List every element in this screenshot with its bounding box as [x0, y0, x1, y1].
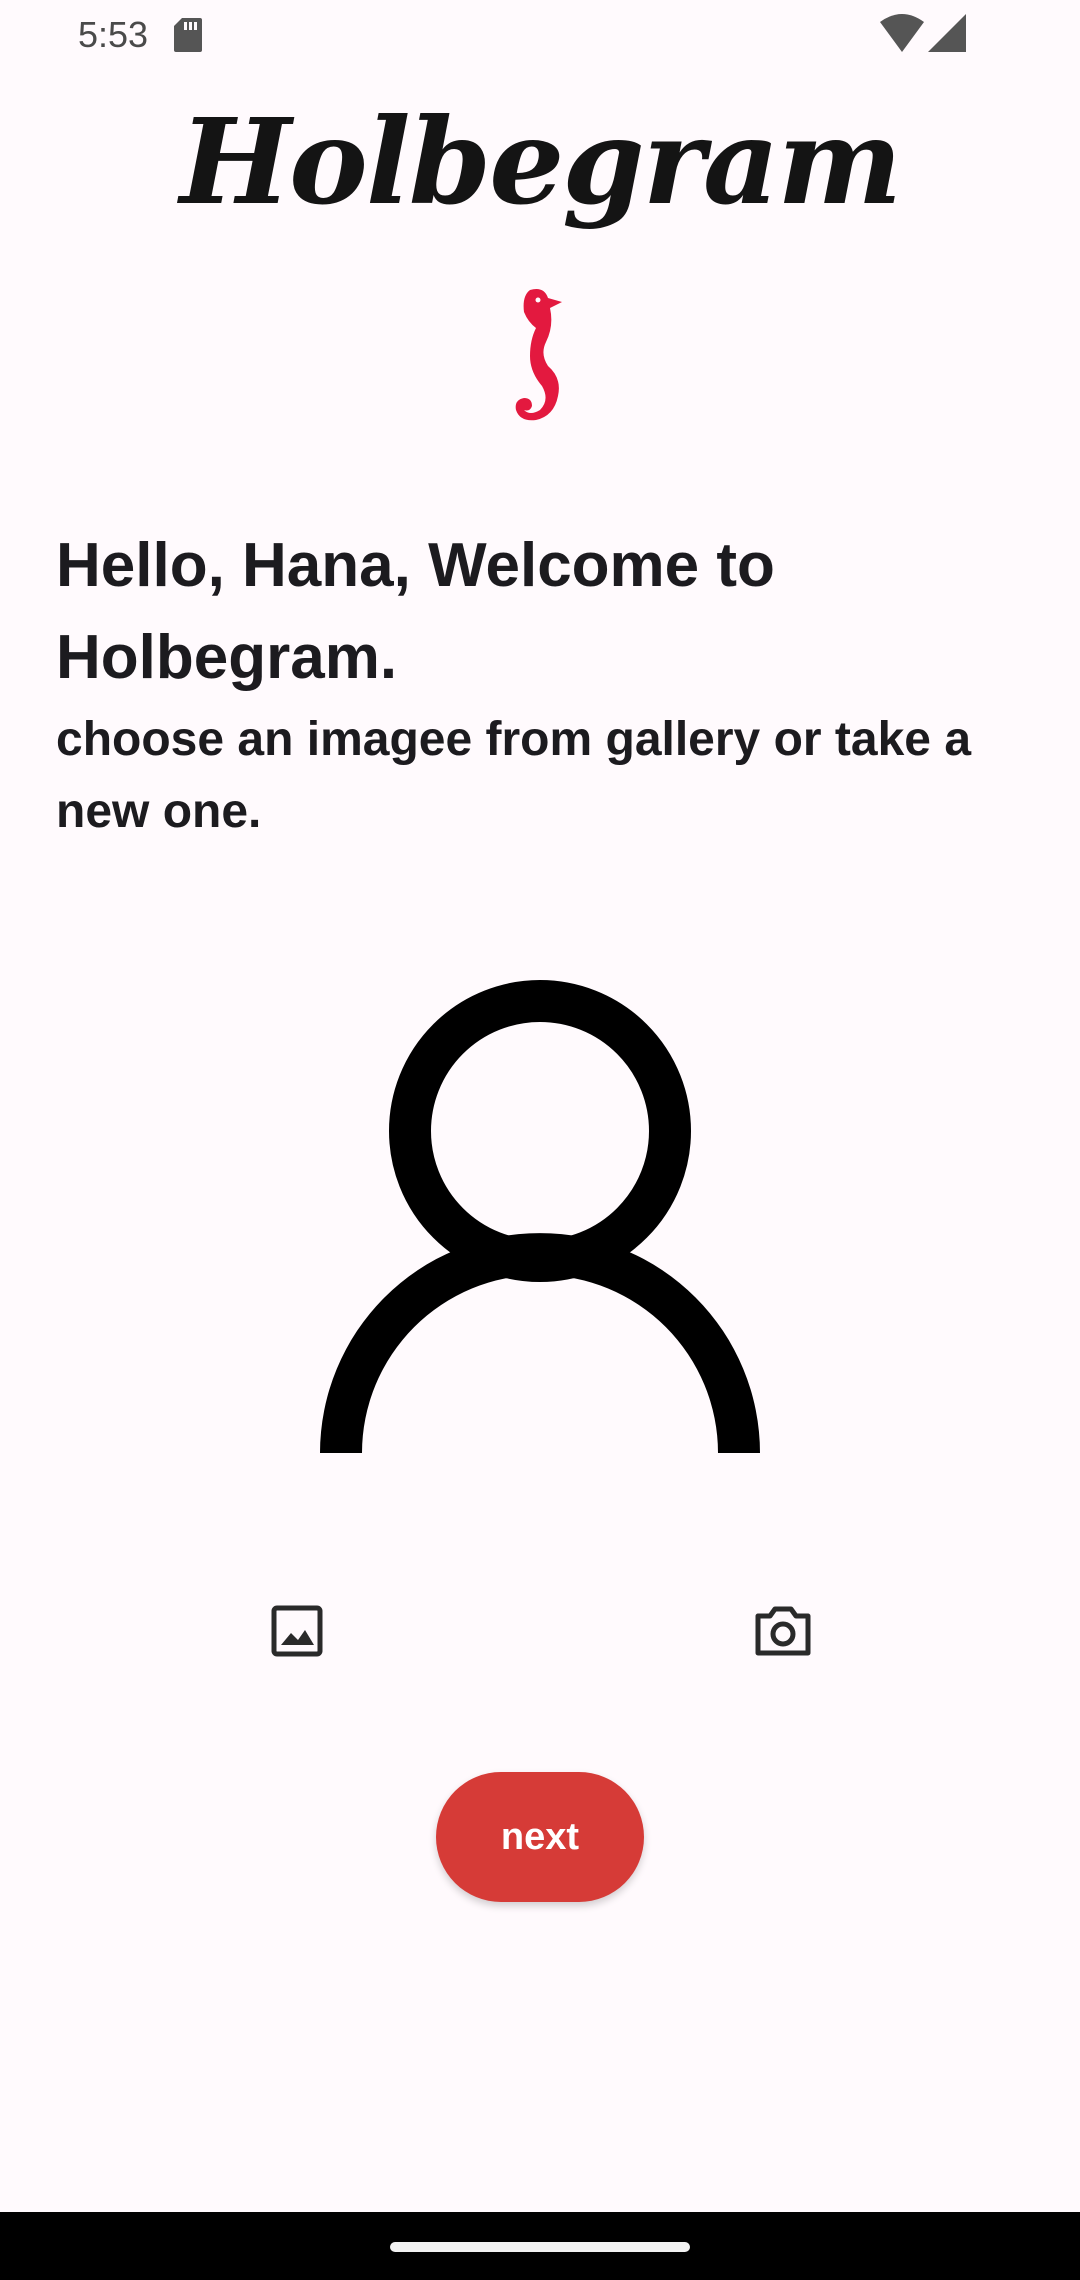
sd-card-icon: [174, 18, 202, 52]
person-outline-icon[interactable]: [320, 975, 760, 1455]
status-bar: 5:53: [0, 0, 1080, 70]
wifi-icon: [880, 14, 924, 52]
camera-icon: [755, 1606, 811, 1656]
cellular-signal-icon: [928, 14, 966, 52]
next-button[interactable]: next: [436, 1772, 644, 1902]
app-logo-text: Holbegram: [179, 92, 903, 231]
home-indicator[interactable]: [390, 2242, 690, 2252]
image-gallery-icon: [271, 1605, 323, 1657]
camera-button[interactable]: [746, 1594, 820, 1668]
seahorse-icon: [515, 289, 562, 421]
gallery-button[interactable]: [262, 1596, 332, 1666]
welcome-heading: Hello, Hana, Welcome to Holbegram.: [56, 531, 775, 692]
status-time: 5:53: [78, 14, 149, 55]
instructions-text: choose an imagee from gallery or take a …: [56, 713, 972, 838]
